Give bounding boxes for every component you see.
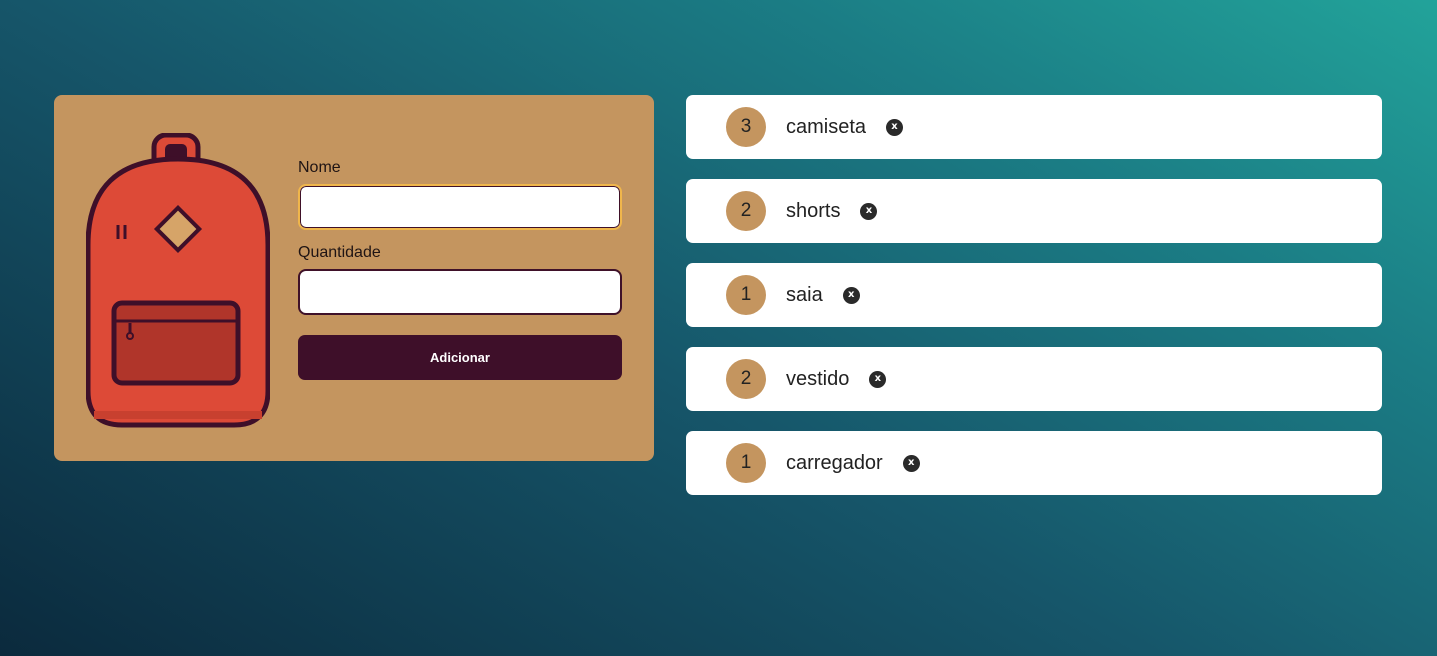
close-icon[interactable]: x	[842, 286, 860, 304]
add-item-card: Nome Quantidade Adicionar	[54, 95, 654, 461]
quantity-input[interactable]	[298, 269, 622, 315]
close-icon[interactable]: x	[886, 118, 904, 136]
item-name: camiseta	[786, 115, 867, 138]
item-name: saia	[786, 283, 823, 306]
list-item: 1 saia x	[686, 263, 1382, 327]
packing-list: 3 camiseta x 2 shorts x 1 saia x 2 vesti…	[686, 95, 1382, 515]
name-input[interactable]	[298, 184, 622, 230]
list-item: 3 camiseta x	[686, 95, 1382, 159]
quantity-field-label: Quantidade	[298, 244, 381, 261]
close-icon[interactable]: x	[869, 370, 887, 388]
item-name: vestido	[786, 367, 850, 390]
add-item-form: Nome Quantidade Adicionar	[298, 159, 622, 380]
quantity-badge: 2	[726, 191, 766, 231]
item-name: shorts	[786, 199, 841, 222]
quantity-badge: 1	[726, 443, 766, 483]
add-button[interactable]: Adicionar	[298, 335, 622, 380]
quantity-badge: 3	[726, 107, 766, 147]
quantity-badge: 2	[726, 359, 766, 399]
close-icon[interactable]: x	[902, 454, 920, 472]
backpack-icon	[86, 133, 270, 428]
item-name: carregador	[786, 451, 883, 474]
close-icon[interactable]: x	[860, 202, 878, 220]
quantity-badge: 1	[726, 275, 766, 315]
list-item: 1 carregador x	[686, 431, 1382, 495]
name-field-label: Nome	[298, 159, 341, 176]
list-item: 2 shorts x	[686, 179, 1382, 243]
list-item: 2 vestido x	[686, 347, 1382, 411]
